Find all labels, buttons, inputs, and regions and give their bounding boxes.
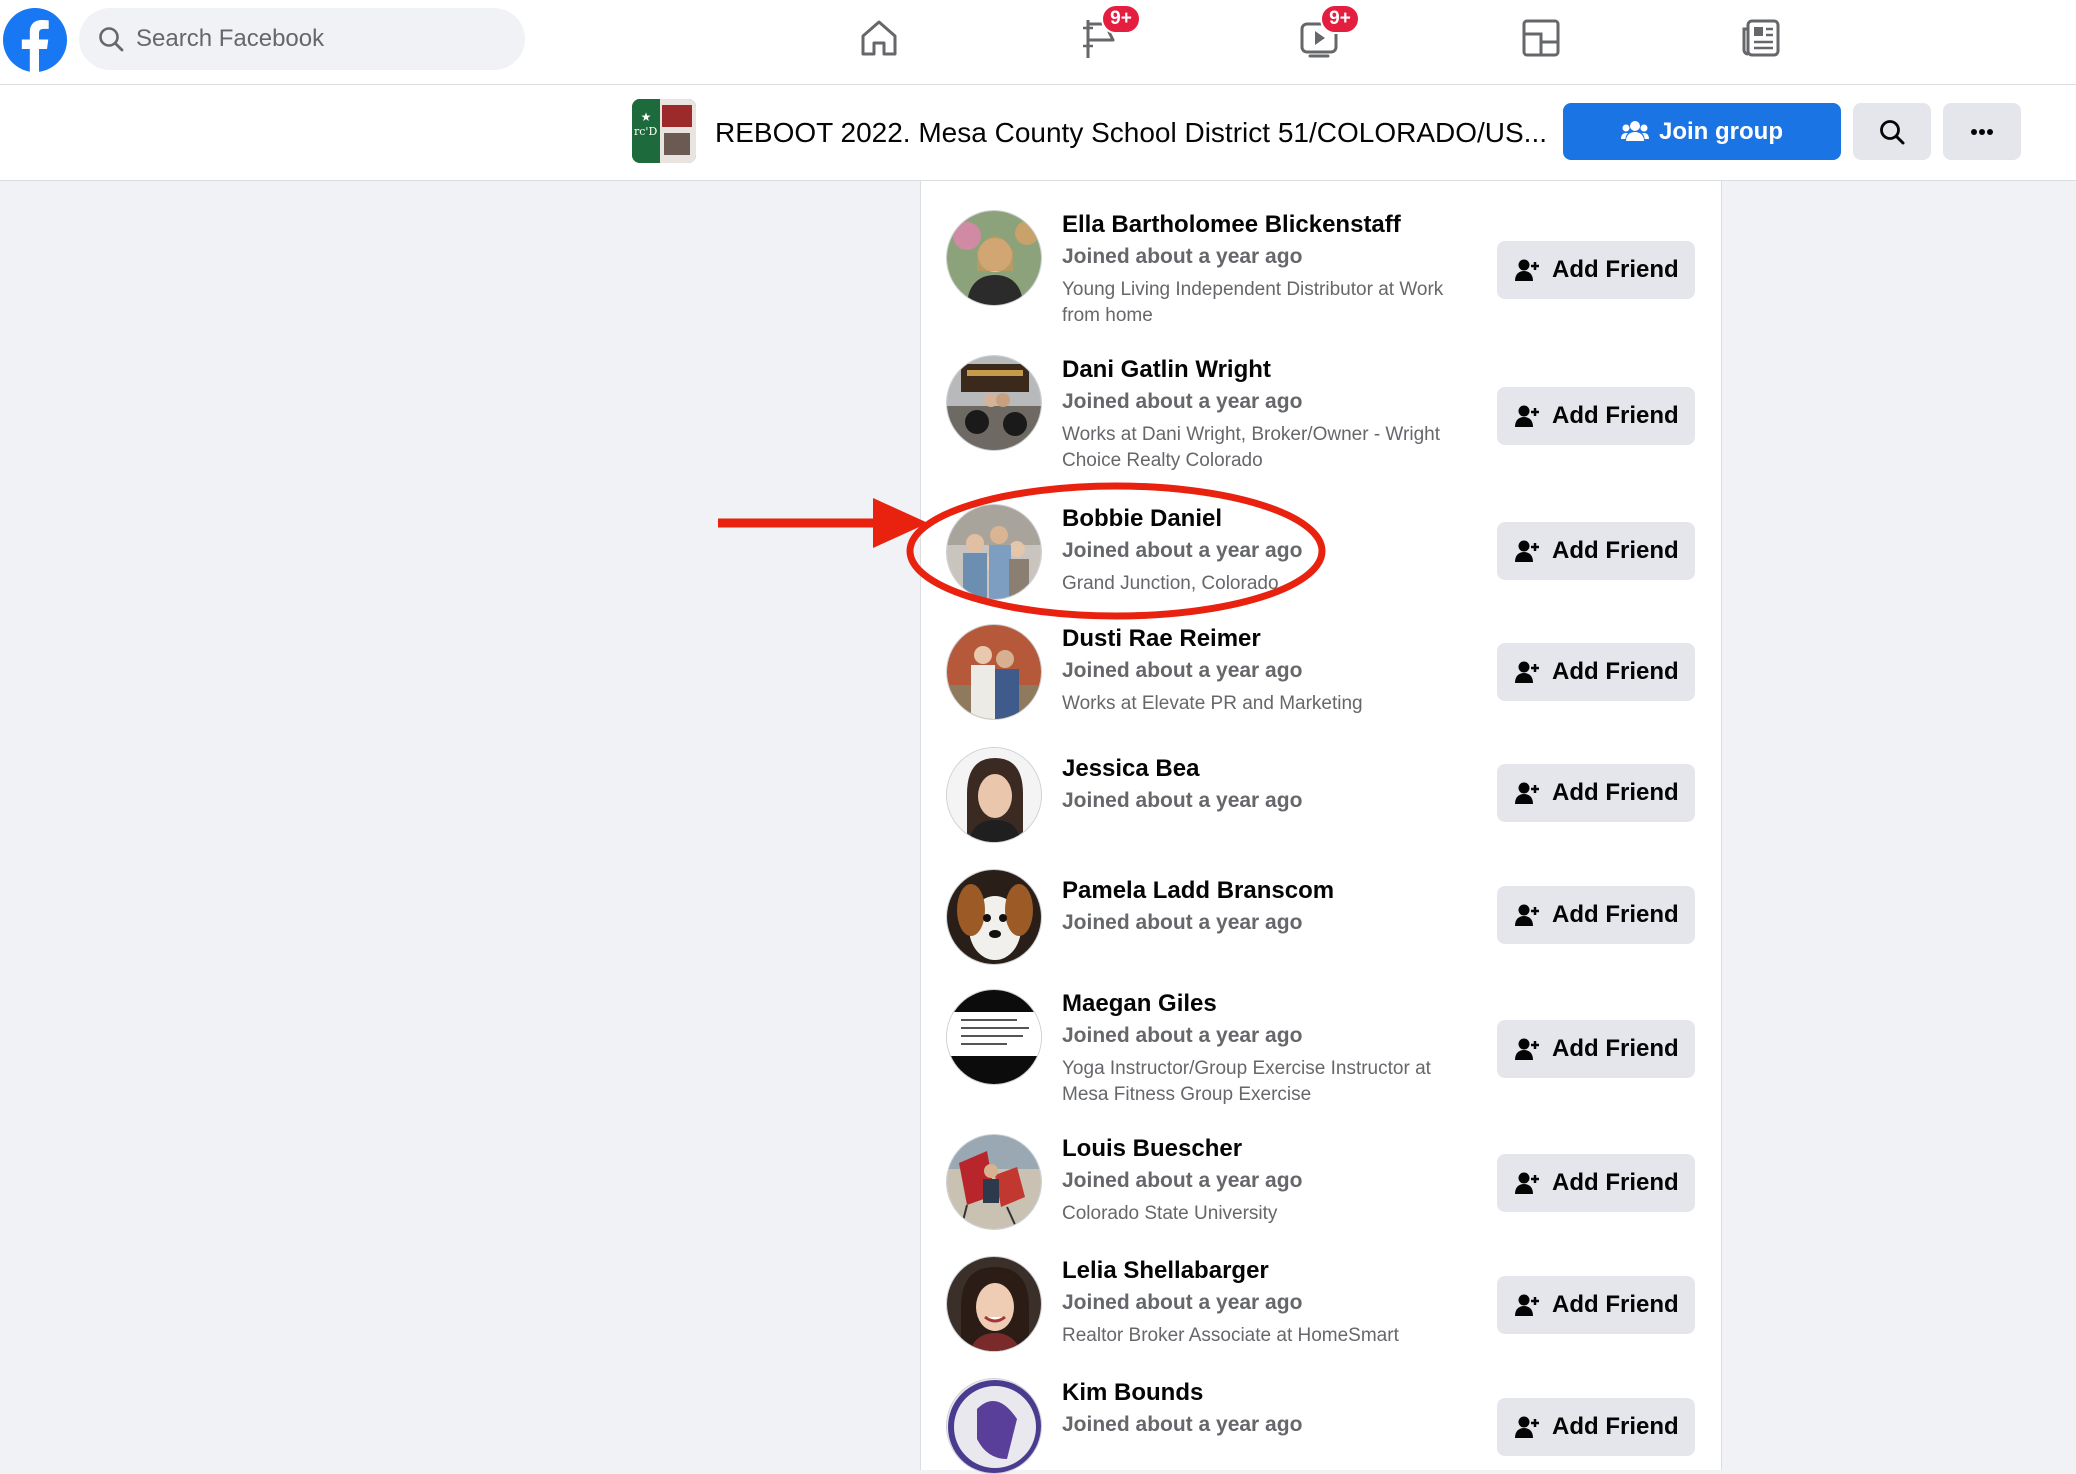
add-friend-label: Add Friend xyxy=(1552,901,1679,928)
group-header-bar: ★ rc'D REBOOT 2022. Mesa County School D… xyxy=(0,85,2076,181)
member-joined: Joined about a year ago xyxy=(1062,659,1303,682)
member-avatar[interactable] xyxy=(946,989,1042,1085)
add-friend-icon xyxy=(1515,782,1539,804)
add-friend-icon xyxy=(1515,1038,1539,1060)
add-friend-button[interactable]: Add Friend xyxy=(1497,643,1695,701)
member-name[interactable]: Jessica Bea xyxy=(1062,755,1199,783)
pages-notification-badge: 9+ xyxy=(1101,4,1141,34)
group-title[interactable]: REBOOT 2022. Mesa County School District… xyxy=(715,85,1547,180)
member-avatar[interactable] xyxy=(946,1134,1042,1230)
member-info: Colorado State University xyxy=(1062,1203,1278,1224)
member-name[interactable]: Lelia Shellabarger xyxy=(1062,1257,1269,1285)
add-friend-icon xyxy=(1515,540,1539,562)
members-list-card: Ella Bartholomee Blickenstaff Joined abo… xyxy=(920,82,1722,1474)
group-people-icon xyxy=(1621,120,1649,141)
member-joined: Joined about a year ago xyxy=(1062,1024,1303,1047)
add-friend-label: Add Friend xyxy=(1552,658,1679,685)
news-icon[interactable] xyxy=(1736,12,1788,64)
member-avatar[interactable] xyxy=(946,1256,1042,1352)
member-avatar[interactable] xyxy=(946,355,1042,451)
svg-text:★: ★ xyxy=(641,110,652,124)
add-friend-button[interactable]: Add Friend xyxy=(1497,241,1695,299)
add-friend-label: Add Friend xyxy=(1552,779,1679,806)
add-friend-icon xyxy=(1515,259,1539,281)
watch-notification-badge: 9+ xyxy=(1320,4,1360,34)
add-friend-button[interactable]: Add Friend xyxy=(1497,1398,1695,1456)
search-input[interactable]: Search Facebook xyxy=(79,8,525,70)
add-friend-label: Add Friend xyxy=(1552,537,1679,564)
home-icon[interactable] xyxy=(853,12,905,64)
gaming-icon[interactable] xyxy=(1515,12,1567,64)
add-friend-button[interactable]: Add Friend xyxy=(1497,1154,1695,1212)
member-joined: Joined about a year ago xyxy=(1062,911,1303,934)
member-name[interactable]: Dani Gatlin Wright xyxy=(1062,356,1271,384)
add-friend-icon xyxy=(1515,904,1539,926)
member-avatar[interactable] xyxy=(946,869,1042,965)
more-dots-icon xyxy=(1971,128,1993,135)
add-friend-label: Add Friend xyxy=(1552,1035,1679,1062)
member-avatar[interactable] xyxy=(946,1378,1042,1474)
member-joined: Joined about a year ago xyxy=(1062,1169,1303,1192)
member-name[interactable]: Kim Bounds xyxy=(1062,1379,1203,1407)
svg-text:rc'D: rc'D xyxy=(634,125,657,138)
add-friend-button[interactable]: Add Friend xyxy=(1497,387,1695,445)
search-icon xyxy=(1880,119,1905,144)
member-info: Works at Dani Wright, Broker/Owner - Wri… xyxy=(1062,424,1440,471)
member-info: Realtor Broker Associate at HomeSmart xyxy=(1062,1325,1399,1346)
member-name[interactable]: Maegan Giles xyxy=(1062,990,1217,1018)
join-group-button[interactable]: Join group xyxy=(1563,103,1841,160)
member-avatar[interactable] xyxy=(946,624,1042,720)
join-group-label: Join group xyxy=(1659,118,1783,145)
watch-icon[interactable]: 9+ xyxy=(1294,4,1360,64)
add-friend-icon xyxy=(1515,1294,1539,1316)
member-joined: Joined about a year ago xyxy=(1062,245,1303,268)
add-friend-button[interactable]: Add Friend xyxy=(1497,886,1695,944)
annotation-arrow-icon xyxy=(718,498,928,548)
add-friend-label: Add Friend xyxy=(1552,1169,1679,1196)
add-friend-icon xyxy=(1515,405,1539,427)
member-name[interactable]: Pamela Ladd Branscom xyxy=(1062,877,1334,905)
add-friend-button[interactable]: Add Friend xyxy=(1497,522,1695,580)
more-options-button[interactable] xyxy=(1943,103,2021,160)
add-friend-icon xyxy=(1515,661,1539,683)
facebook-logo-icon[interactable] xyxy=(2,7,68,73)
member-name[interactable]: Ella Bartholomee Blickenstaff xyxy=(1062,211,1401,239)
add-friend-button[interactable]: Add Friend xyxy=(1497,764,1695,822)
add-friend-label: Add Friend xyxy=(1552,1291,1679,1318)
top-navigation-bar: Search Facebook 9+ 9+ xyxy=(0,0,2076,85)
add-friend-button[interactable]: Add Friend xyxy=(1497,1276,1695,1334)
add-friend-icon xyxy=(1515,1172,1539,1194)
member-info: Yoga Instructor/Group Exercise Instructo… xyxy=(1062,1058,1431,1105)
member-joined: Joined about a year ago xyxy=(1062,1291,1303,1314)
member-joined: Joined about a year ago xyxy=(1062,789,1303,812)
search-icon xyxy=(99,27,124,52)
member-info: Works at Elevate PR and Marketing xyxy=(1062,693,1363,714)
add-friend-button[interactable]: Add Friend xyxy=(1497,1020,1695,1078)
member-name[interactable]: Louis Buescher xyxy=(1062,1135,1242,1163)
search-placeholder: Search Facebook xyxy=(136,25,325,52)
add-friend-label: Add Friend xyxy=(1552,256,1679,283)
member-info: Young Living Independent Distributor at … xyxy=(1062,279,1444,326)
member-joined: Joined about a year ago xyxy=(1062,390,1303,413)
member-joined: Joined about a year ago xyxy=(1062,1413,1303,1436)
annotation-highlight-ellipse xyxy=(906,482,1326,620)
member-name[interactable]: Dusti Rae Reimer xyxy=(1062,625,1261,653)
group-search-button[interactable] xyxy=(1853,103,1931,160)
add-friend-icon xyxy=(1515,1416,1539,1438)
member-avatar[interactable] xyxy=(946,210,1042,306)
pages-flag-icon[interactable]: 9+ xyxy=(1075,4,1141,64)
member-avatar[interactable] xyxy=(946,747,1042,843)
add-friend-label: Add Friend xyxy=(1552,1413,1679,1440)
add-friend-label: Add Friend xyxy=(1552,402,1679,429)
group-cover-thumbnail[interactable]: ★ rc'D xyxy=(632,99,696,163)
